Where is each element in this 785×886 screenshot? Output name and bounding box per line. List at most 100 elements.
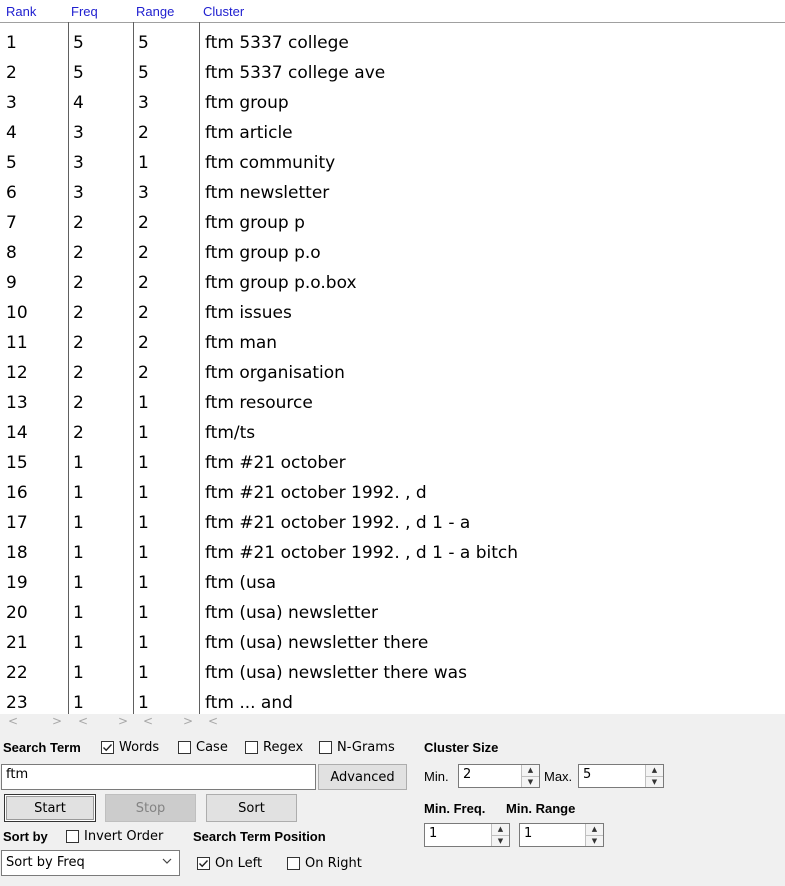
spinner-arrows[interactable]: ▲ ▼ [521,765,539,787]
stop-button[interactable]: Stop [105,794,196,822]
table-row[interactable]: 22 1 1 ftm (usa) newsletter there was [0,658,785,688]
scroll-right-icon[interactable]: > [183,714,193,728]
spinner-arrows[interactable]: ▲ ▼ [491,824,509,846]
cluster-max-spinner[interactable]: 5 ▲ ▼ [578,764,664,788]
rank-cell: 3 [6,93,17,113]
spinner-arrows[interactable]: ▲ ▼ [585,824,603,846]
scroll-left-icon[interactable]: < [208,714,218,728]
cluster-cell: ftm (usa) newsletter there [205,633,429,653]
on-right-checkbox[interactable]: On Right [287,856,362,871]
freq-cell: 1 [73,453,84,473]
sort-by-select[interactable]: Sort by Freq [1,850,180,876]
rank-cell: 2 [6,63,17,83]
table-row[interactable]: 5 3 1 ftm community [0,148,785,178]
range-cell: 1 [138,483,149,503]
table-row[interactable]: 20 1 1 ftm (usa) newsletter [0,598,785,628]
spin-down-icon[interactable]: ▼ [646,776,663,787]
freq-cell: 3 [73,183,84,203]
spin-up-icon[interactable]: ▲ [586,824,603,835]
checkbox-box[interactable] [245,741,258,754]
cluster-cell: ftm 5337 college ave [205,63,386,83]
cluster-cell: ftm ... and [205,693,293,713]
table-row[interactable]: 6 3 3 ftm newsletter [0,178,785,208]
advanced-button[interactable]: Advanced [318,764,407,790]
checkbox-box[interactable] [101,741,114,754]
table-row[interactable]: 15 1 1 ftm #21 october [0,448,785,478]
table-row[interactable]: 2 5 5 ftm 5337 college ave [0,58,785,88]
checkbox-box[interactable] [178,741,191,754]
scroll-right-icon[interactable]: > [52,714,62,728]
header-freq[interactable]: Freq [71,4,98,19]
chevron-down-icon[interactable] [161,855,173,871]
cluster-size-label: Cluster Size [424,740,499,755]
rank-cell: 15 [6,453,28,473]
freq-cell: 5 [73,33,84,53]
freq-cell: 1 [73,483,84,503]
table-row[interactable]: 18 1 1 ftm #21 october 1992. , d 1 - a bitc… [0,538,785,568]
start-button[interactable]: Start [4,794,96,822]
min-range-label: Min. Range [506,801,576,816]
cluster-cell: ftm group p [205,213,305,233]
table-row[interactable]: 16 1 1 ftm #21 october 1992. , d [0,478,785,508]
results-table[interactable]: Rank Freq Range Cluster 1 5 5 ftm 5337 coll… [0,0,785,714]
min-freq-label: Min. Freq. [424,801,486,816]
header-rank[interactable]: Rank [6,4,36,19]
cluster-cell: ftm issues [205,303,292,323]
spinner-arrows[interactable]: ▲ ▼ [645,765,663,787]
words-checkbox[interactable]: Words [101,740,159,755]
regex-checkbox[interactable]: Regex [245,740,303,755]
checkbox-box[interactable] [319,741,332,754]
cluster-cell: ftm (usa) newsletter there was [205,663,467,683]
freq-cell: 1 [73,543,84,563]
spin-down-icon[interactable]: ▼ [586,835,603,846]
table-row[interactable]: 13 2 1 ftm resource [0,388,785,418]
table-row[interactable]: 17 1 1 ftm #21 october 1992. , d 1 - a [0,508,785,538]
scroll-left-icon[interactable]: < [143,714,153,728]
ngrams-checkbox[interactable]: N-Grams [319,740,395,755]
rank-cell: 22 [6,663,28,683]
checkbox-box[interactable] [287,857,300,870]
table-row[interactable]: 8 2 2 ftm group p.o [0,238,785,268]
checkbox-box[interactable] [66,830,79,843]
table-row[interactable]: 19 1 1 ftm (usa [0,568,785,598]
invert-order-checkbox[interactable]: Invert Order [66,829,163,844]
table-row[interactable]: 1 5 5 ftm 5337 college [0,28,785,58]
sort-by-label: Sort by [3,829,48,844]
table-row[interactable]: 23 1 1 ftm ... and [0,688,785,714]
freq-cell: 4 [73,93,84,113]
search-term-input[interactable]: ftm [1,764,316,790]
rank-cell: 13 [6,393,28,413]
table-row[interactable]: 14 2 1 ftm/ts [0,418,785,448]
table-row[interactable]: 21 1 1 ftm (usa) newsletter there [0,628,785,658]
on-right-label: On Right [305,856,362,871]
table-row[interactable]: 12 2 2 ftm organisation [0,358,785,388]
scroll-left-icon[interactable]: < [78,714,88,728]
header-range[interactable]: Range [136,4,174,19]
sort-button[interactable]: Sort [206,794,297,822]
case-checkbox[interactable]: Case [178,740,228,755]
scroll-right-icon[interactable]: > [118,714,128,728]
min-freq-spinner[interactable]: 1 ▲ ▼ [424,823,510,847]
cluster-min-spinner[interactable]: 2 ▲ ▼ [458,764,540,788]
table-row[interactable]: 11 2 2 ftm man [0,328,785,358]
table-row[interactable]: 7 2 2 ftm group p [0,208,785,238]
range-cell: 5 [138,33,149,53]
min-range-spinner[interactable]: 1 ▲ ▼ [519,823,604,847]
checkbox-box[interactable] [197,857,210,870]
table-row[interactable]: 10 2 2 ftm issues [0,298,785,328]
spin-up-icon[interactable]: ▲ [492,824,509,835]
freq-cell: 2 [73,363,84,383]
rank-cell: 16 [6,483,28,503]
rank-cell: 20 [6,603,28,623]
spin-up-icon[interactable]: ▲ [646,765,663,776]
search-term-position-label: Search Term Position [193,829,326,844]
header-cluster[interactable]: Cluster [203,4,244,19]
scroll-left-icon[interactable]: < [8,714,18,728]
table-row[interactable]: 4 3 2 ftm article [0,118,785,148]
table-row[interactable]: 3 4 3 ftm group [0,88,785,118]
spin-down-icon[interactable]: ▼ [522,776,539,787]
table-row[interactable]: 9 2 2 ftm group p.o.box [0,268,785,298]
spin-down-icon[interactable]: ▼ [492,835,509,846]
on-left-checkbox[interactable]: On Left [197,856,262,871]
spin-up-icon[interactable]: ▲ [522,765,539,776]
